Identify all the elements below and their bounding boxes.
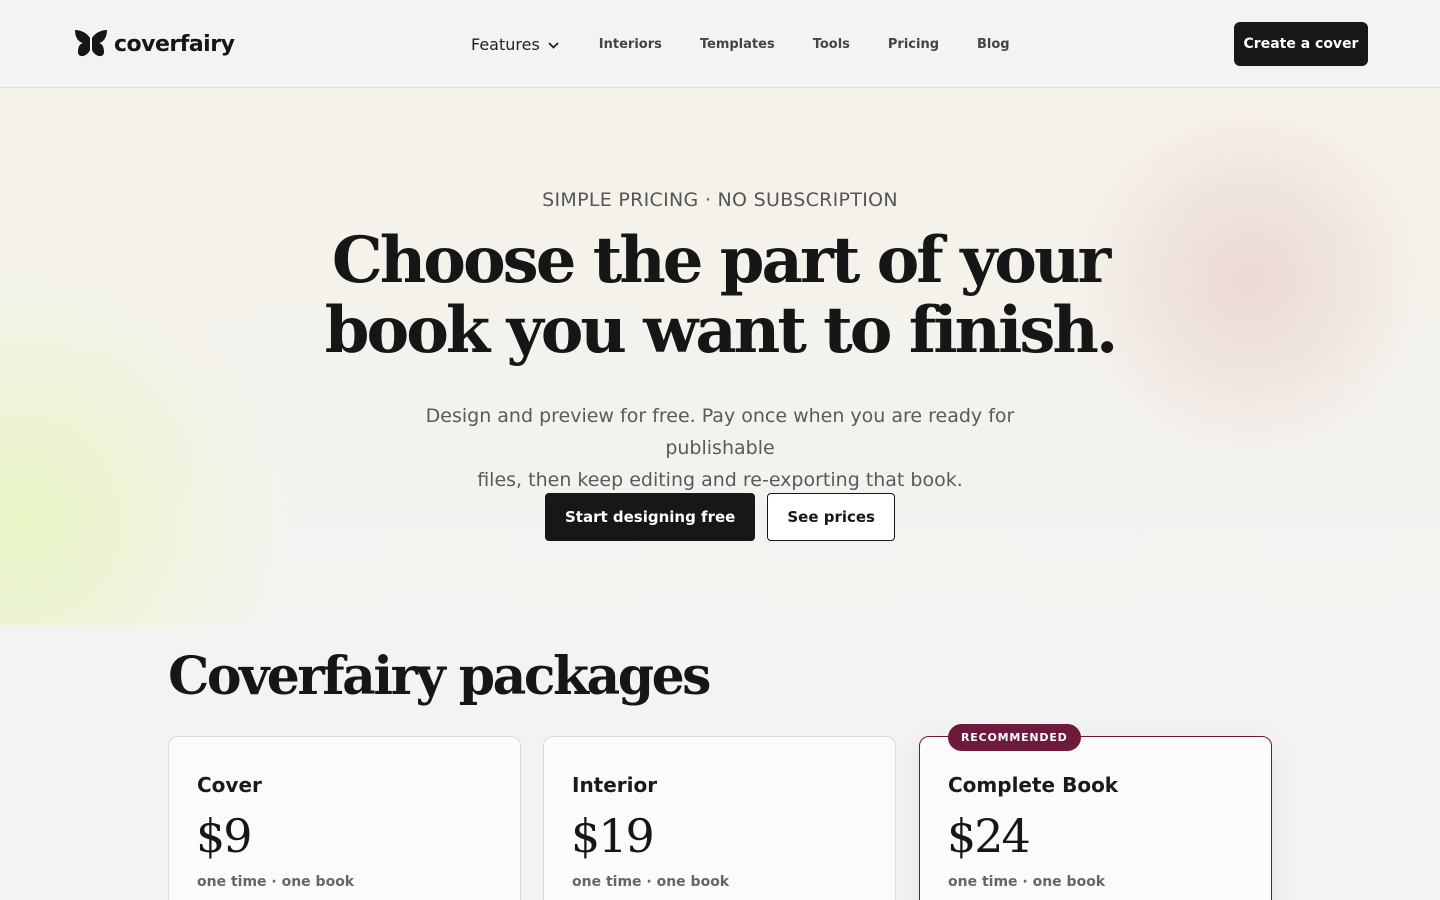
brand-logo[interactable]: coverfairy [74,29,235,59]
hero-decor-green [0,259,300,625]
package-card-interior[interactable]: Interior $19 one time · one book [543,736,896,900]
nav-link-templates[interactable]: Templates [700,37,775,52]
package-name: Complete Book [948,773,1119,797]
chevron-down-icon [548,39,559,52]
butterfly-icon [75,30,107,57]
hero-subtitle-line-1: Design and preview for free. Pay once wh… [425,405,1015,459]
hero-title: Choose the part of your book you want to… [270,226,1170,366]
hero-title-line-1: Choose the part of your [331,223,1111,298]
package-price: $24 [947,809,1031,863]
nav-link-pricing[interactable]: Pricing [888,37,939,52]
package-note: one time · one book [948,874,1106,890]
hero-actions: Start designing free See prices [0,493,1440,541]
hero-subtitle: Design and preview for free. Pay once wh… [370,400,1070,496]
package-note: one time · one book [572,874,730,890]
create-cover-button[interactable]: Create a cover [1234,22,1368,66]
see-prices-button[interactable]: See prices [767,493,895,541]
start-designing-button[interactable]: Start designing free [545,493,756,541]
package-price: $9 [196,809,253,863]
packages-title: Coverfairy packages [168,646,711,707]
hero-section: SIMPLE PRICING · NO SUBSCRIPTION Choose … [0,89,1440,625]
brand-name: coverfairy [114,31,235,57]
nav-link-tools[interactable]: Tools [813,37,850,52]
nav-link-interiors[interactable]: Interiors [599,37,662,52]
nav-link-blog[interactable]: Blog [977,37,1010,52]
package-card-complete-book[interactable]: Complete Book $24 one time · one book [919,736,1272,900]
recommended-badge: RECOMMENDED [948,724,1081,751]
nav-features-label: Features [471,34,540,54]
hero-title-line-2: book you want to finish. [324,293,1118,368]
hero-eyebrow: SIMPLE PRICING · NO SUBSCRIPTION [542,189,898,211]
package-price: $19 [571,809,655,863]
site-header: coverfairy Features Interiors Templates … [0,0,1440,88]
package-note: one time · one book [197,874,355,890]
package-card-cover[interactable]: Cover $9 one time · one book [168,736,521,900]
hero-subtitle-line-2: files, then keep editing and re-exportin… [477,469,963,491]
nav-features-dropdown[interactable]: Features [471,35,559,54]
package-name: Interior [572,773,658,797]
main-nav: Features Interiors Templates Tools Prici… [471,0,1010,88]
package-name: Cover [197,773,262,797]
